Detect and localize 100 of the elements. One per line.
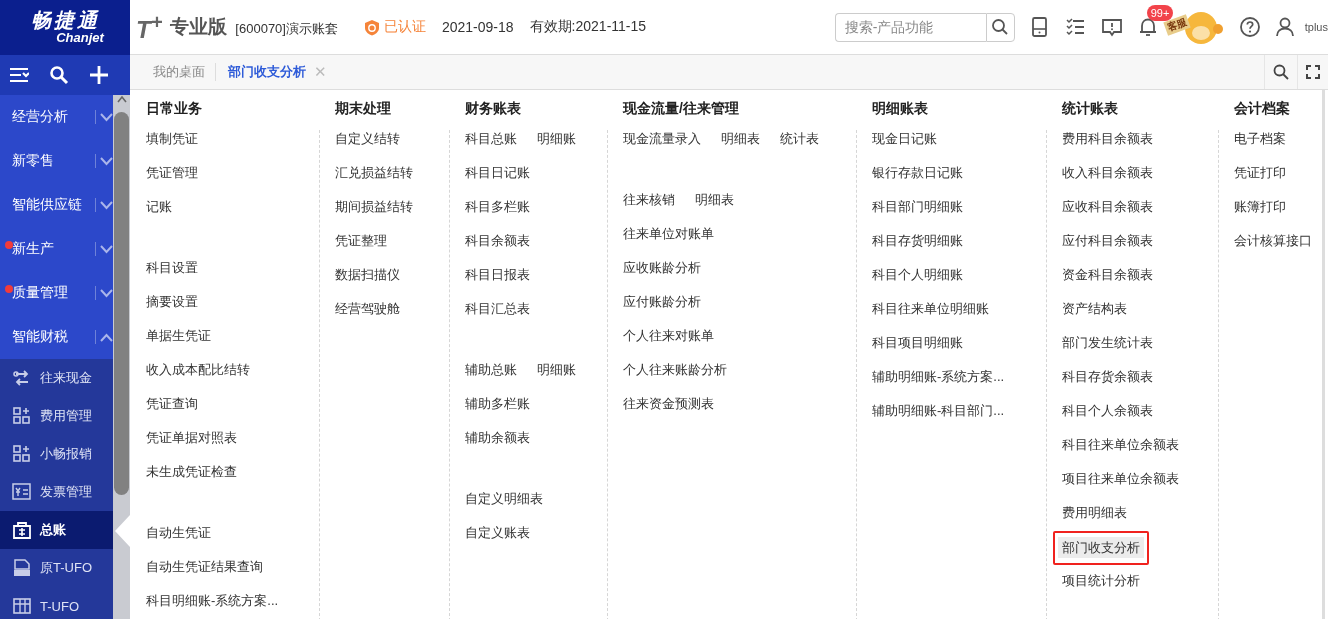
menu-link[interactable]: 科目余额表 bbox=[465, 232, 530, 249]
chevron-up-icon[interactable] bbox=[100, 332, 113, 342]
menu-link[interactable]: 记账 bbox=[146, 198, 172, 215]
user-name[interactable]: tplus bbox=[1304, 21, 1328, 33]
menu-link[interactable]: 科目明细账-系统方案... bbox=[146, 592, 279, 609]
menu-link[interactable]: 项目统计分析 bbox=[1062, 572, 1140, 589]
menu-link[interactable]: 科目日记账 bbox=[465, 164, 530, 181]
menu-link[interactable]: 会计核算接口 bbox=[1234, 232, 1312, 249]
menu-link[interactable]: 银行存款日记账 bbox=[872, 164, 963, 181]
fullscreen-icon[interactable] bbox=[1306, 65, 1320, 79]
menu-link[interactable]: 应收科目余额表 bbox=[1062, 198, 1153, 215]
menu-link[interactable]: 明细表 bbox=[721, 130, 760, 147]
menu-link[interactable]: 往来核销 bbox=[623, 191, 675, 208]
menu-link[interactable]: 现金流量录入 bbox=[623, 130, 701, 147]
menu-link[interactable]: 资产结构表 bbox=[1062, 300, 1127, 317]
file-icon bbox=[12, 558, 32, 578]
help-icon[interactable] bbox=[1238, 16, 1261, 38]
menu-link[interactable]: 应付科目余额表 bbox=[1062, 232, 1153, 249]
tab[interactable]: 部门收支分析 bbox=[228, 63, 306, 81]
menu-link[interactable]: 辅助明细账-系统方案... bbox=[872, 368, 1005, 385]
sidebar-subitem[interactable]: 费用管理 bbox=[0, 397, 113, 435]
menu-link[interactable]: 科目往来单位明细账 bbox=[872, 300, 989, 317]
menu-link[interactable]: 资金科目余额表 bbox=[1062, 266, 1153, 283]
menu-link[interactable]: 未生成凭证检查 bbox=[146, 463, 237, 480]
menu-link[interactable]: 科目项目明细账 bbox=[872, 334, 963, 351]
menu-link[interactable]: 辅助余额表 bbox=[465, 429, 530, 446]
menu-link[interactable]: 单据生凭证 bbox=[146, 327, 211, 344]
scrollbar-thumb[interactable] bbox=[114, 112, 129, 495]
menu-link[interactable]: 个人往来账龄分析 bbox=[623, 361, 727, 378]
menu-link[interactable]: 个人往来对账单 bbox=[623, 327, 714, 344]
menu-link[interactable]: 部门收支分析 bbox=[1058, 537, 1144, 558]
menu-link[interactable]: 收入成本配比结转 bbox=[146, 361, 250, 378]
menu-link[interactable]: 自动生凭证 bbox=[146, 524, 211, 541]
menu-link[interactable]: 科目往来单位余额表 bbox=[1062, 436, 1179, 453]
menu-link[interactable]: 凭证整理 bbox=[335, 232, 387, 249]
menu-link[interactable]: 期间损益结转 bbox=[335, 198, 413, 215]
menu-link[interactable]: 科目存货余额表 bbox=[1062, 368, 1153, 385]
menu-link[interactable]: 辅助总账 bbox=[465, 361, 517, 378]
search-icon[interactable] bbox=[49, 65, 69, 85]
menu-link[interactable]: 往来资金预测表 bbox=[623, 395, 714, 412]
menu-link[interactable]: 科目总账 bbox=[465, 130, 517, 147]
search-field[interactable]: 搜索-产品功能 bbox=[834, 12, 986, 42]
menu-link[interactable]: 费用明细表 bbox=[1062, 504, 1127, 521]
user-icon[interactable] bbox=[1274, 16, 1295, 38]
sidebar-subitem[interactable]: 往来现金 bbox=[0, 359, 113, 397]
menu-link[interactable]: 收入科目余额表 bbox=[1062, 164, 1153, 181]
tab[interactable]: 我的桌面 bbox=[153, 63, 205, 81]
menu-link[interactable]: 摘要设置 bbox=[146, 293, 198, 310]
menu-link[interactable]: 自定义账表 bbox=[465, 524, 530, 541]
checklist-icon[interactable] bbox=[1064, 16, 1087, 38]
sidebar-subitem[interactable]: 小畅报销 bbox=[0, 435, 113, 473]
menu-link[interactable]: 凭证管理 bbox=[146, 164, 198, 181]
menu-link[interactable]: 应付账龄分析 bbox=[623, 293, 701, 310]
chevron-down-icon[interactable] bbox=[100, 244, 113, 254]
menu-link[interactable]: 科目汇总表 bbox=[465, 300, 530, 317]
menu-link[interactable]: 应收账龄分析 bbox=[623, 259, 701, 276]
chevron-down-icon[interactable] bbox=[100, 156, 113, 166]
menu-link[interactable]: 部门发生统计表 bbox=[1062, 334, 1153, 351]
menu-link[interactable]: 科目个人余额表 bbox=[1062, 402, 1153, 419]
menu-link[interactable]: 辅助多栏账 bbox=[465, 395, 530, 412]
menu-link[interactable]: 科目个人明细账 bbox=[872, 266, 963, 283]
chevron-down-icon[interactable] bbox=[100, 288, 113, 298]
sidebar-subitem[interactable]: T-UFO bbox=[0, 587, 113, 619]
sidebar-subitem[interactable]: 发票管理 bbox=[0, 473, 113, 511]
menu-link[interactable]: 科目多栏账 bbox=[465, 198, 530, 215]
menu-link[interactable]: 凭证查询 bbox=[146, 395, 198, 412]
menu-link[interactable]: 凭证打印 bbox=[1234, 164, 1286, 181]
menu-link[interactable]: 费用科目余额表 bbox=[1062, 130, 1153, 147]
menu-link[interactable]: 电子档案 bbox=[1234, 130, 1286, 147]
menu-link[interactable]: 统计表 bbox=[780, 130, 819, 147]
scrollbar[interactable] bbox=[113, 95, 130, 619]
menu-link[interactable]: 汇兑损益结转 bbox=[335, 164, 413, 181]
menu-link[interactable]: 科目设置 bbox=[146, 259, 198, 276]
menu-link[interactable]: 科目存货明细账 bbox=[872, 232, 963, 249]
menu-link[interactable]: 科目部门明细账 bbox=[872, 198, 963, 215]
scroll-up-icon[interactable] bbox=[116, 95, 127, 103]
menu-link[interactable]: 自定义明细表 bbox=[465, 490, 543, 507]
menu-link[interactable]: 明细账 bbox=[537, 361, 576, 378]
menu-link[interactable]: 自定义结转 bbox=[335, 130, 400, 147]
search-icon[interactable] bbox=[1273, 64, 1289, 80]
menu-link[interactable]: 往来单位对账单 bbox=[623, 225, 714, 242]
menu-link[interactable]: 账簿打印 bbox=[1234, 198, 1286, 215]
chevron-down-icon[interactable] bbox=[100, 112, 113, 122]
menu-link[interactable]: 科目日报表 bbox=[465, 266, 530, 283]
message-icon[interactable] bbox=[1100, 16, 1123, 38]
chevron-down-icon[interactable] bbox=[100, 200, 113, 210]
menu-link[interactable]: 明细表 bbox=[695, 191, 734, 208]
menu-link[interactable]: 辅助明细账-科目部门... bbox=[872, 402, 1005, 419]
menu-link[interactable]: 凭证单据对照表 bbox=[146, 429, 237, 446]
add-icon[interactable] bbox=[89, 65, 109, 85]
menu-link[interactable]: 现金日记账 bbox=[872, 130, 937, 147]
menu-link[interactable]: 自动生凭证结果查询 bbox=[146, 558, 263, 575]
menu-link[interactable]: 明细账 bbox=[537, 130, 576, 147]
sidebar-subitem[interactable]: 原T-UFO bbox=[0, 549, 113, 587]
menu-link[interactable]: 数据扫描仪 bbox=[335, 266, 400, 283]
menu-icon[interactable] bbox=[9, 66, 29, 84]
menu-link[interactable]: 项目往来单位余额表 bbox=[1062, 470, 1179, 487]
search-button[interactable] bbox=[985, 12, 1015, 42]
menu-link[interactable]: 填制凭证 bbox=[146, 130, 198, 147]
menu-link[interactable]: 经营驾驶舱 bbox=[335, 300, 400, 317]
